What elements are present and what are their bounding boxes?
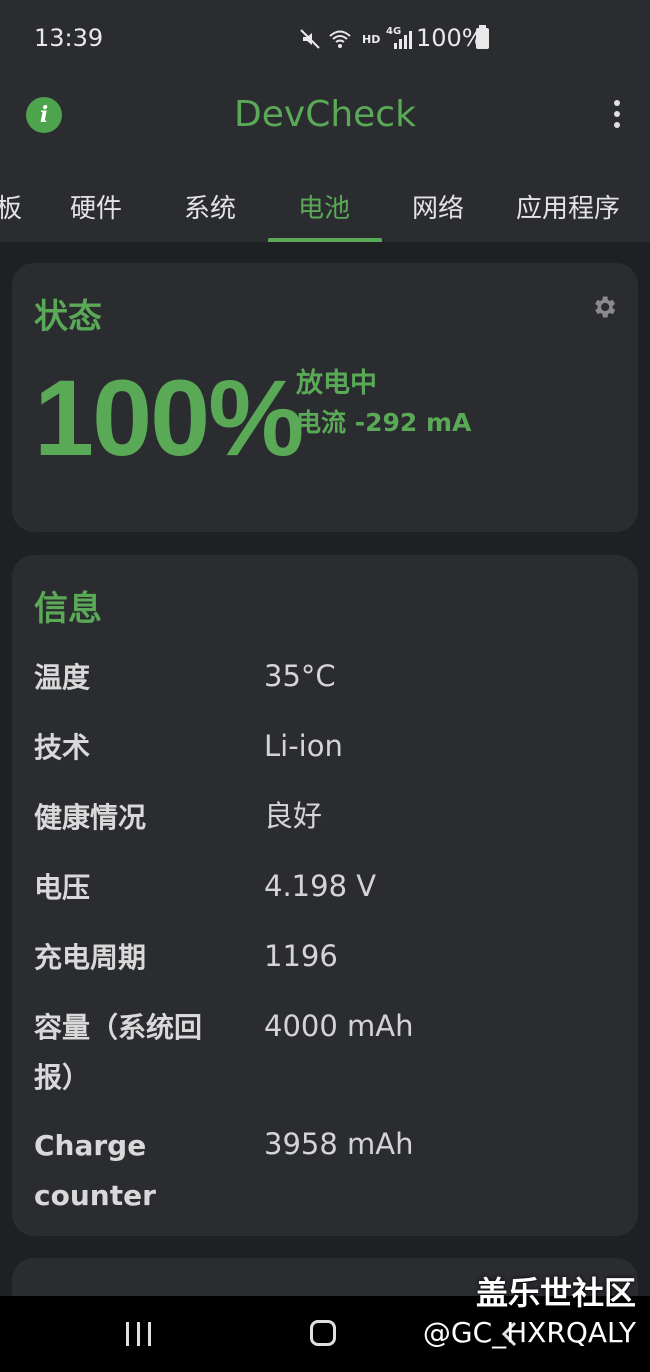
info-label: 电压 [34,871,91,904]
info-label: Charge counter [34,1129,156,1212]
info-card-title: 信息 [34,589,102,629]
info-value: 4000 mAh [264,1009,414,1043]
gear-icon[interactable] [590,293,618,321]
more-options-icon[interactable] [612,100,622,130]
info-label: 容量（系统回报） [34,1011,203,1094]
mute-icon [300,29,320,49]
app-title: DevCheck [234,94,416,135]
status-bar: 13:39 HD 4G 100% [0,0,650,78]
tab-network[interactable]: 网络 [412,188,464,225]
tab-dashboard[interactable]: 板 [0,188,22,225]
battery-icon [476,25,489,49]
tab-hardware[interactable]: 硬件 [70,188,122,225]
status-time: 13:39 [34,24,104,52]
watermark-title: 盖乐世社区 [475,1274,636,1312]
info-card: 信息 温度 35°C 技术 Li-ion 健康情况 良好 电压 4.198 V … [12,555,638,1236]
charging-state: 放电中 [296,368,377,399]
wifi-icon [329,30,351,48]
app-bar: i DevCheck 板 硬件 系统 电池 网络 应用程序 [0,78,650,242]
info-label: 技术 [34,731,91,764]
tab-system[interactable]: 系统 [184,188,236,225]
watermark-user: @GC_HXRQALY [422,1316,636,1349]
recents-button[interactable] [126,1322,151,1346]
tab-bar: 板 硬件 系统 电池 网络 应用程序 [0,178,650,242]
tab-battery[interactable]: 电池 [298,188,350,225]
info-value: 4.198 V [264,869,377,903]
battery-current: 电流 -292 mA [296,408,472,437]
battery-level: 100% [34,357,304,478]
info-value: 良好 [264,799,323,833]
status-card: 状态 100% 放电中 电流 -292 mA [12,263,638,532]
info-value: 3958 mAh [264,1127,414,1161]
info-value: 1196 [264,939,338,973]
info-value: 35°C [264,659,336,693]
hd-label: HD [362,33,381,46]
battery-percent: 100% [416,24,485,52]
home-button[interactable] [310,1320,336,1346]
status-card-title: 状态 [34,297,102,337]
info-value: Li-ion [264,729,343,763]
active-tab-indicator [268,238,382,242]
info-label: 充电周期 [34,941,147,974]
info-label: 温度 [34,661,91,694]
info-label: 健康情况 [34,801,147,834]
tab-apps[interactable]: 应用程序 [516,188,620,225]
signal-icon [394,31,412,49]
